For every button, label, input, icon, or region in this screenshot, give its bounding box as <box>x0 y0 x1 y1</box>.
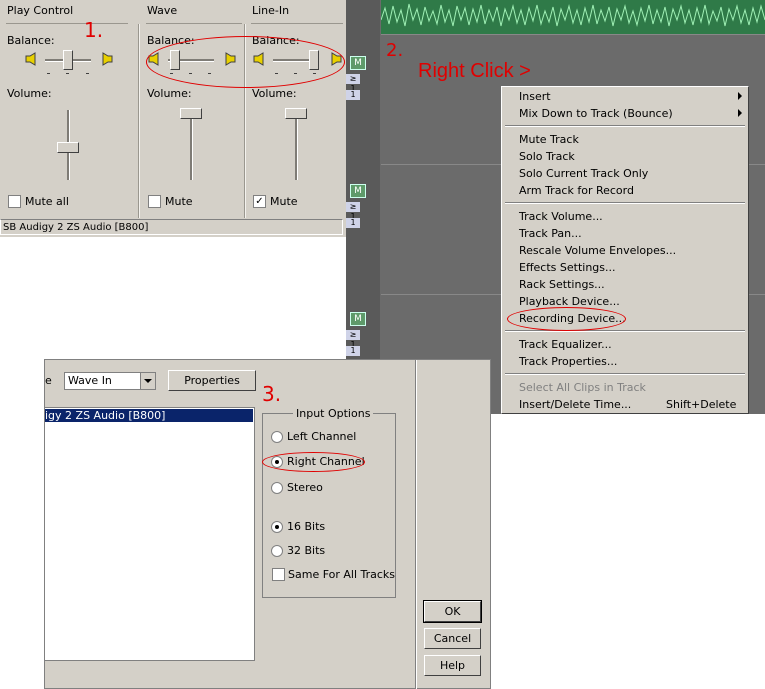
device-type-value: Wave In <box>68 374 112 387</box>
mute-checkbox[interactable] <box>148 195 161 208</box>
menu-item-track-pan[interactable]: Track Pan... <box>519 227 582 240</box>
mute-all-checkbox[interactable] <box>8 195 21 208</box>
track-strip-label: ≥ 1 <box>346 330 360 349</box>
menu-item-insert-delete-time[interactable]: Insert/Delete Time... <box>519 398 631 411</box>
input-options-title: Input Options <box>296 407 371 420</box>
volume-slider[interactable] <box>285 108 307 119</box>
same-for-all-tracks-label: Same For All Tracks <box>288 568 396 581</box>
speaker-right-icon <box>102 52 113 66</box>
column-title: Play Control <box>7 4 74 17</box>
tick <box>66 73 69 74</box>
mute-checkbox[interactable]: ✓ <box>253 195 266 208</box>
right-click-annotation: Right Click > <box>418 60 531 82</box>
dialog-divider <box>415 360 417 689</box>
menu-item-arm-record[interactable]: Arm Track for Record <box>519 184 634 197</box>
track-context-menu: Insert Mix Down to Track (Bounce) Mute T… <box>501 86 749 414</box>
mixer-status-bar: SB Audigy 2 ZS Audio [B800] <box>0 219 343 235</box>
balance-slider[interactable] <box>63 50 73 70</box>
properties-button[interactable]: Properties <box>168 370 256 391</box>
submenu-arrow-icon <box>738 92 742 100</box>
menu-item-effects-settings[interactable]: Effects Settings... <box>519 261 616 274</box>
mixer-column-line-in: Line-In Balance: Volume: ✓ Mute <box>245 0 346 218</box>
menu-item-track-properties[interactable]: Track Properties... <box>519 355 617 368</box>
ok-button[interactable]: OK <box>423 600 482 623</box>
balance-label: Balance: <box>7 34 55 47</box>
mute-all-label: Mute all <box>25 195 69 208</box>
left-channel-label: Left Channel <box>287 430 357 443</box>
track-strip-label: ≥ 1 <box>346 202 360 221</box>
track-strip-label: 1 <box>346 218 360 228</box>
title-divider <box>251 23 343 24</box>
menu-separator <box>505 125 745 127</box>
cancel-button[interactable]: Cancel <box>424 628 481 649</box>
volume-label: Volume: <box>147 87 192 100</box>
menu-item-track-equalizer[interactable]: Track Equalizer... <box>519 338 612 351</box>
menu-item-track-volume[interactable]: Track Volume... <box>519 210 603 223</box>
device-type-label: e <box>45 374 52 387</box>
mute-label: Mute <box>165 195 193 208</box>
track-lane-divider <box>381 34 765 35</box>
device-list-item-label: igy 2 ZS Audio [B800] <box>45 409 166 422</box>
stereo-radio[interactable] <box>271 482 283 494</box>
audio-waveform <box>381 0 765 34</box>
volume-track <box>190 110 193 180</box>
menu-item-select-all-clips: Select All Clips in Track <box>519 381 646 394</box>
tick <box>47 73 50 74</box>
menu-item-mix-down[interactable]: Mix Down to Track (Bounce) <box>519 107 673 120</box>
left-channel-radio[interactable] <box>271 431 283 443</box>
title-divider <box>146 23 242 24</box>
16-bits-label: 16 Bits <box>287 520 326 533</box>
recording-device-highlight-ellipse <box>507 307 626 331</box>
device-list[interactable]: igy 2 ZS Audio [B800] <box>45 407 255 661</box>
32-bits-label: 32 Bits <box>287 544 326 557</box>
track-strip-label: 1 <box>346 90 360 100</box>
volume-label: Volume: <box>7 87 52 100</box>
chevron-down-icon <box>144 379 152 383</box>
step-1-label: 1. <box>84 18 104 42</box>
speaker-left-icon <box>25 52 36 66</box>
mute-track-button[interactable]: M <box>350 184 366 198</box>
column-title: Line-In <box>252 4 290 17</box>
menu-item-solo-track[interactable]: Solo Track <box>519 150 575 163</box>
same-for-all-tracks-checkbox[interactable] <box>272 568 285 581</box>
track-controls-strip: M ≥ 1 1 M ≥ 1 1 M ≥ 1 1 <box>346 0 380 414</box>
balance-highlight-ellipse <box>146 36 345 88</box>
list-item[interactable]: igy 2 ZS Audio [B800] <box>45 409 253 422</box>
16-bits-radio[interactable] <box>271 521 283 533</box>
mute-track-button[interactable]: M <box>350 312 366 326</box>
volume-mixer-panel: Play Control Balance: Volume: Mute all W… <box>0 0 346 237</box>
menu-item-insert[interactable]: Insert <box>519 90 551 103</box>
device-type-select[interactable]: Wave In <box>64 372 156 390</box>
track-strip-label: 1 <box>346 346 360 356</box>
volume-slider[interactable] <box>57 142 79 153</box>
title-divider <box>6 23 128 24</box>
mixer-column-wave: Wave Balance: Volume: Mute <box>140 0 245 218</box>
mute-label: Mute <box>270 195 298 208</box>
menu-item-rack-settings[interactable]: Rack Settings... <box>519 278 605 291</box>
column-title: Wave <box>147 4 178 17</box>
menu-separator <box>505 373 745 375</box>
shortcut-label: Shift+Delete <box>666 398 737 411</box>
recording-device-dialog: e Wave In Properties igy 2 ZS Audio [B80… <box>44 359 491 689</box>
right-channel-highlight-ellipse <box>262 452 365 472</box>
menu-separator <box>505 202 745 204</box>
step-3-label: 3. <box>262 382 282 406</box>
mute-track-button[interactable]: M <box>350 56 366 70</box>
help-button[interactable]: Help <box>424 655 481 676</box>
volume-label: Volume: <box>252 87 297 100</box>
menu-item-solo-current-only[interactable]: Solo Current Track Only <box>519 167 648 180</box>
menu-separator <box>505 330 745 332</box>
menu-item-rescale-envelopes[interactable]: Rescale Volume Envelopes... <box>519 244 676 257</box>
stereo-label: Stereo <box>287 481 323 494</box>
menu-item-mute-track[interactable]: Mute Track <box>519 133 579 146</box>
submenu-arrow-icon <box>738 109 742 117</box>
32-bits-radio[interactable] <box>271 545 283 557</box>
dropdown-button[interactable] <box>140 373 155 389</box>
tick <box>86 73 89 74</box>
volume-slider[interactable] <box>180 108 202 119</box>
volume-track <box>295 110 298 180</box>
mixer-column-play-control: Play Control Balance: Volume: Mute all <box>0 0 140 218</box>
track-strip-label: ≥ 1 <box>346 74 360 93</box>
step-2-label: 2. <box>386 40 404 61</box>
